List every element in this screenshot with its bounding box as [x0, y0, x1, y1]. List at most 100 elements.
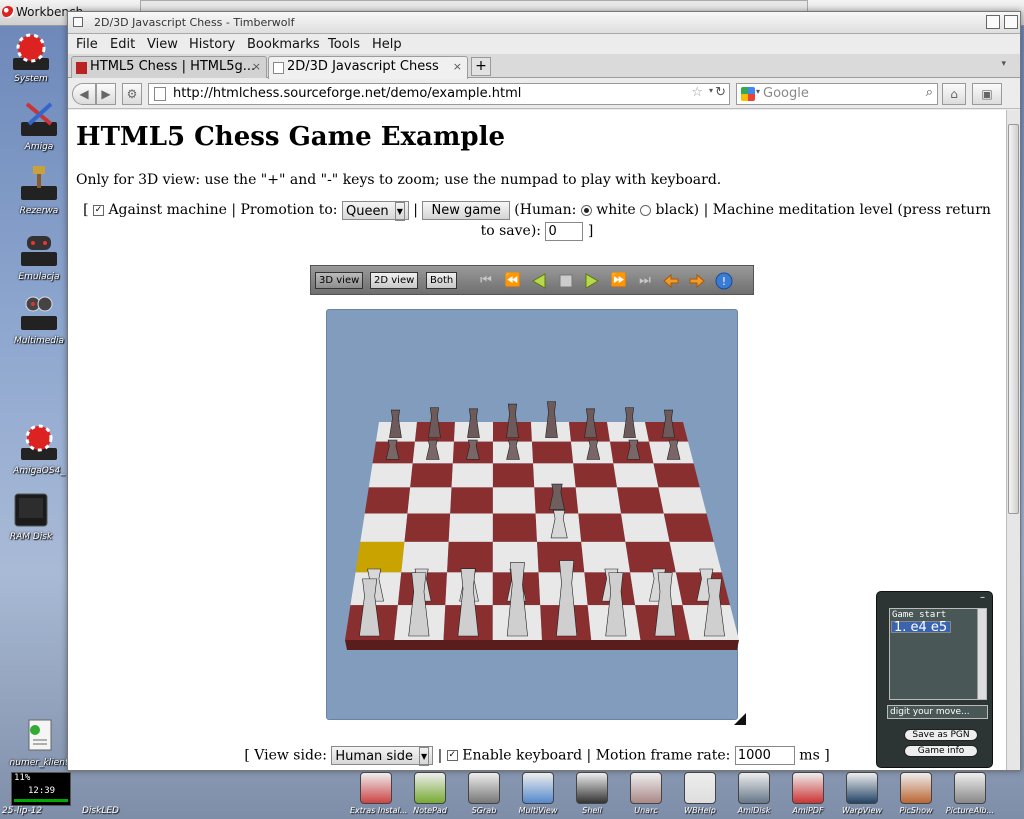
- dock-item-picturealb[interactable]: PictureAlb...: [944, 770, 996, 815]
- board-square[interactable]: [360, 513, 408, 542]
- menu-edit[interactable]: Edit: [110, 37, 135, 52]
- fast-forward-icon[interactable]: ⏩: [610, 272, 628, 290]
- stop-icon[interactable]: [557, 272, 575, 290]
- board-square[interactable]: [625, 541, 676, 573]
- promotion-select[interactable]: Queen ▼: [341, 200, 409, 221]
- forward-icon[interactable]: ▶: [96, 83, 116, 105]
- dock-item-extras-instal[interactable]: Extras Instal...: [350, 770, 407, 815]
- move-list-scrollbar[interactable]: [977, 609, 986, 699]
- board-square[interactable]: [492, 513, 538, 542]
- menu-view[interactable]: View: [147, 37, 178, 52]
- desktop-icon-ram-disk[interactable]: RAM Disk: [0, 490, 62, 542]
- game-info-button[interactable]: Game info: [904, 745, 978, 757]
- board-square[interactable]: [492, 487, 536, 514]
- tab-html5-chess[interactable]: HTML5 Chess | HTML5g... ×: [71, 56, 267, 78]
- chess-board-3d[interactable]: [326, 309, 739, 721]
- first-move-icon[interactable]: ⏮: [477, 272, 495, 290]
- board-square[interactable]: [368, 463, 413, 488]
- reload-icon[interactable]: ↻: [715, 85, 726, 100]
- board-square[interactable]: [613, 463, 659, 488]
- view-3d-button[interactable]: 3D view: [315, 272, 364, 289]
- against-machine-checkbox[interactable]: ✓: [92, 204, 104, 216]
- board-square[interactable]: [451, 463, 493, 488]
- board-square[interactable]: [450, 487, 493, 514]
- dock-item-amidisk[interactable]: AmiDisk: [728, 770, 780, 815]
- board-square[interactable]: [669, 541, 722, 573]
- view-both-button[interactable]: Both: [426, 272, 458, 289]
- desktop-icon-multimedia[interactable]: Multimedia: [8, 294, 70, 346]
- close-window-icon[interactable]: [73, 17, 83, 27]
- undo-arrow-icon[interactable]: [662, 272, 680, 290]
- board-square[interactable]: [410, 463, 453, 488]
- dock-item-unarc[interactable]: Unarc: [620, 770, 672, 815]
- menu-file[interactable]: File: [76, 37, 98, 52]
- board-square[interactable]: [364, 487, 411, 514]
- tab-list-icon[interactable]: ▾: [1001, 59, 1006, 69]
- enable-keyboard-checkbox[interactable]: ✓: [446, 750, 458, 761]
- board-square[interactable]: [578, 513, 626, 542]
- desktop-icon-amiga[interactable]: Amiga: [8, 100, 70, 152]
- menu-help[interactable]: Help: [372, 37, 402, 52]
- new-game-button[interactable]: New game: [422, 200, 510, 220]
- dock-item-multiview[interactable]: MultiView: [512, 770, 564, 815]
- board-square[interactable]: [407, 487, 452, 514]
- board-square[interactable]: [658, 487, 707, 514]
- move-list-item[interactable]: 1. e4 e5: [891, 621, 952, 634]
- tab-javascript-chess[interactable]: 2D/3D Javascript Chess ×: [268, 56, 468, 79]
- move-list[interactable]: Game start 1. e4 e5: [889, 608, 987, 700]
- new-tab-button[interactable]: +: [471, 57, 491, 76]
- desktop-icon-amigaos4[interactable]: AmigaOS4_: [8, 424, 70, 476]
- board-square[interactable]: [621, 513, 670, 542]
- menu-button-icon[interactable]: ▣: [972, 83, 1002, 105]
- save-pgn-button[interactable]: Save as PGN: [904, 729, 978, 741]
- board-square[interactable]: [448, 513, 493, 542]
- minimize-icon[interactable]: –: [980, 592, 985, 603]
- back-play-icon[interactable]: [530, 272, 548, 290]
- depth-window-icon[interactable]: [1004, 15, 1018, 29]
- board-square[interactable]: [573, 463, 618, 488]
- board-square[interactable]: [653, 463, 700, 488]
- board-square[interactable]: [531, 441, 574, 464]
- close-tab-icon[interactable]: ×: [252, 60, 261, 73]
- url-history-icon[interactable]: ▾: [709, 86, 713, 95]
- vertical-scrollbar[interactable]: [1006, 110, 1020, 770]
- desktop-icon-rezerwa[interactable]: Rezerwa: [8, 164, 70, 216]
- desktop-icon-system[interactable]: System: [0, 32, 62, 84]
- board-square[interactable]: [404, 513, 451, 542]
- chess-piece[interactable]: [506, 403, 519, 438]
- back-icon[interactable]: ◀: [72, 83, 96, 105]
- search-icon[interactable]: ⌕: [926, 85, 933, 100]
- board-square[interactable]: [663, 513, 714, 542]
- bookmark-star-icon[interactable]: ☆: [691, 85, 703, 100]
- dock-item-notepad[interactable]: NotePad: [404, 770, 456, 815]
- zoom-window-icon[interactable]: [986, 15, 1000, 29]
- home-icon[interactable]: ⌂: [942, 83, 966, 105]
- info-icon[interactable]: !: [715, 272, 733, 290]
- menu-bookmarks[interactable]: Bookmarks: [247, 37, 320, 52]
- board-square[interactable]: [401, 541, 449, 573]
- move-input[interactable]: digit your move...: [887, 705, 988, 719]
- site-identity-icon[interactable]: ⚙: [122, 83, 142, 105]
- white-radio[interactable]: [580, 204, 592, 216]
- url-bar[interactable]: http://htmlchess.sourceforge.net/demo/ex…: [148, 83, 730, 105]
- menu-tools[interactable]: Tools: [328, 37, 360, 52]
- dock-item-warpview[interactable]: WarpView: [836, 770, 888, 815]
- board-square[interactable]: [575, 487, 622, 514]
- chess-board-canvas[interactable]: [327, 310, 739, 721]
- browser-titlebar[interactable]: 2D/3D Javascript Chess - Timberwolf: [68, 12, 1020, 34]
- view-side-select[interactable]: Human side ▼: [331, 746, 434, 766]
- board-square[interactable]: [447, 541, 493, 573]
- desktop-icon-numer-klient[interactable]: numer_klient: [8, 716, 70, 768]
- resize-handle-icon[interactable]: [734, 713, 746, 725]
- board-square[interactable]: [355, 541, 405, 573]
- dock-item-wbhelp[interactable]: WBHelp: [674, 770, 726, 815]
- dock-item-shell[interactable]: Shell: [566, 770, 618, 815]
- play-icon[interactable]: [583, 272, 601, 290]
- scrollbar-thumb[interactable]: [1008, 124, 1019, 514]
- meditation-level-input[interactable]: 0: [545, 221, 584, 241]
- black-radio[interactable]: [640, 204, 652, 216]
- redo-arrow-icon[interactable]: [688, 272, 706, 290]
- dock-item-amipdf[interactable]: AmiPDF: [782, 770, 834, 815]
- rewind-icon[interactable]: ⏪: [504, 272, 522, 290]
- close-tab-icon[interactable]: ×: [453, 60, 462, 73]
